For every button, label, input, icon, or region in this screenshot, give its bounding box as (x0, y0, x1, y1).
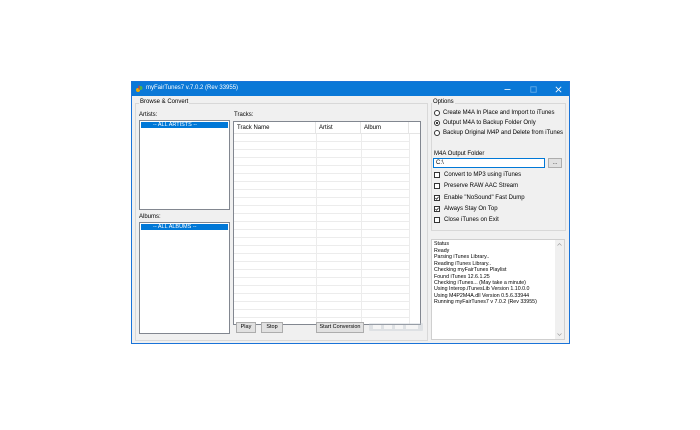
tracks-table[interactable]: Track Name Artist Album (233, 121, 421, 325)
status-line: Ready (434, 248, 450, 254)
stop-button[interactable]: Stop (261, 322, 283, 333)
checkmark-icon (435, 196, 439, 200)
column-header-track-name[interactable]: Track Name (234, 122, 316, 134)
tracks-label: Tracks: (234, 112, 254, 118)
app-icon (136, 85, 143, 92)
status-line: Checking myFairTunes Playlist (434, 267, 507, 274)
table-row[interactable] (234, 166, 409, 174)
table-row[interactable] (234, 278, 409, 286)
status-scrollbar[interactable] (555, 240, 564, 339)
window-title: myFairTunes7 v.7.0.2 (Rev 33955) (146, 85, 239, 91)
status-header: Status (434, 241, 450, 247)
checkmark-icon (435, 207, 439, 211)
play-button[interactable]: Play (236, 322, 256, 333)
checkbox-nosound-label[interactable]: Enable "NoSound" Fast Dump (444, 195, 525, 201)
artists-list[interactable]: -- ALL ARTISTS -- (139, 120, 230, 210)
minimize-button[interactable] (496, 82, 518, 96)
close-button[interactable] (547, 82, 569, 96)
checkbox-close-itunes[interactable] (434, 217, 440, 223)
checkbox-convert-mp3[interactable] (434, 172, 440, 178)
status-line: Checking iTunes... (May take a minute) (434, 280, 526, 286)
maximize-button[interactable] (522, 82, 544, 96)
radio-backup-delete-label[interactable]: Backup Original M4P and Delete from iTun… (443, 130, 563, 136)
albums-list[interactable]: -- ALL ALBUMS -- (139, 222, 230, 334)
table-row[interactable] (234, 302, 409, 310)
status-line: Running myFairTunes7 v 7.0.2 (Rev 33955) (434, 299, 537, 306)
table-row[interactable] (234, 142, 409, 150)
status-line: Reading iTunes Library.. (434, 260, 492, 267)
artists-list-item-all[interactable]: -- ALL ARTISTS -- (141, 122, 228, 128)
column-divider (409, 134, 410, 324)
watermark-logo (368, 321, 424, 333)
output-folder-label: M4A Output Folder (434, 151, 485, 157)
radio-create-in-place[interactable] (434, 110, 440, 116)
table-row[interactable] (234, 222, 409, 230)
albums-label: Albums: (139, 214, 161, 220)
table-row[interactable] (234, 238, 409, 246)
artists-label: Artists: (139, 112, 158, 118)
table-row[interactable] (234, 174, 409, 182)
checkbox-close-itunes-label[interactable]: Close iTunes on Exit (444, 217, 499, 223)
checkbox-stay-on-top[interactable] (434, 206, 440, 212)
table-row[interactable] (234, 310, 409, 318)
table-row[interactable] (234, 182, 409, 190)
table-row[interactable] (234, 286, 409, 294)
radio-create-in-place-label[interactable]: Create M4A In Place and Import to iTunes (443, 110, 555, 116)
start-conversion-button[interactable]: Start Conversion (316, 322, 364, 333)
scroll-down-icon[interactable] (557, 332, 562, 337)
status-line: Using M4P2M4A.dll Version 0.5.6.33944 (434, 292, 530, 299)
checkbox-preserve-raw-label[interactable]: Preserve RAW AAC Stream (444, 183, 518, 189)
checkbox-preserve-raw[interactable] (434, 183, 440, 189)
table-row[interactable] (234, 214, 409, 222)
title-bar[interactable]: myFairTunes7 v.7.0.2 (Rev 33955) (132, 82, 569, 96)
column-divider (361, 134, 362, 324)
radio-output-backup[interactable] (434, 120, 440, 126)
column-header-album[interactable]: Album (361, 122, 409, 134)
maximize-icon (529, 85, 537, 93)
options-label: Options (432, 99, 455, 105)
column-divider (316, 134, 317, 324)
browse-folder-button[interactable]: ... (548, 158, 562, 168)
checkbox-nosound[interactable] (434, 195, 440, 201)
table-row[interactable] (234, 150, 409, 158)
table-row[interactable] (234, 206, 409, 214)
table-row[interactable] (234, 134, 409, 142)
browse-convert-label: Browse & Convert (139, 99, 190, 105)
column-header-artist[interactable]: Artist (316, 122, 361, 134)
table-row[interactable] (234, 294, 409, 302)
status-log[interactable]: Status Ready Parsing iTunes Library.. Read… (431, 239, 565, 340)
status-line: Using Interop.iTunesLib Version 1.10.0.0 (434, 286, 530, 293)
table-row[interactable] (234, 198, 409, 206)
table-row[interactable] (234, 270, 409, 278)
scroll-up-icon[interactable] (557, 242, 562, 247)
radio-output-backup-label[interactable]: Output M4A to Backup Folder Only (443, 120, 536, 126)
table-row[interactable] (234, 230, 409, 238)
close-icon (555, 86, 561, 92)
minimize-icon (504, 88, 510, 90)
radio-backup-delete[interactable] (434, 130, 440, 136)
status-line: Parsing iTunes Library.. (434, 254, 490, 261)
column-header-filler (409, 122, 420, 134)
checkbox-stay-on-top-label[interactable]: Always Stay On Top (444, 206, 498, 212)
status-line: Found iTunes 12.6.1.25 (434, 273, 490, 280)
table-row[interactable] (234, 254, 409, 262)
table-row[interactable] (234, 246, 409, 254)
table-row[interactable] (234, 262, 409, 270)
output-folder-input[interactable]: C:\ (433, 158, 545, 168)
table-row[interactable] (234, 190, 409, 198)
checkbox-convert-mp3-label[interactable]: Convert to MP3 using iTunes (444, 172, 521, 178)
albums-list-item-all[interactable]: -- ALL ALBUMS -- (141, 224, 228, 230)
table-row[interactable] (234, 158, 409, 166)
